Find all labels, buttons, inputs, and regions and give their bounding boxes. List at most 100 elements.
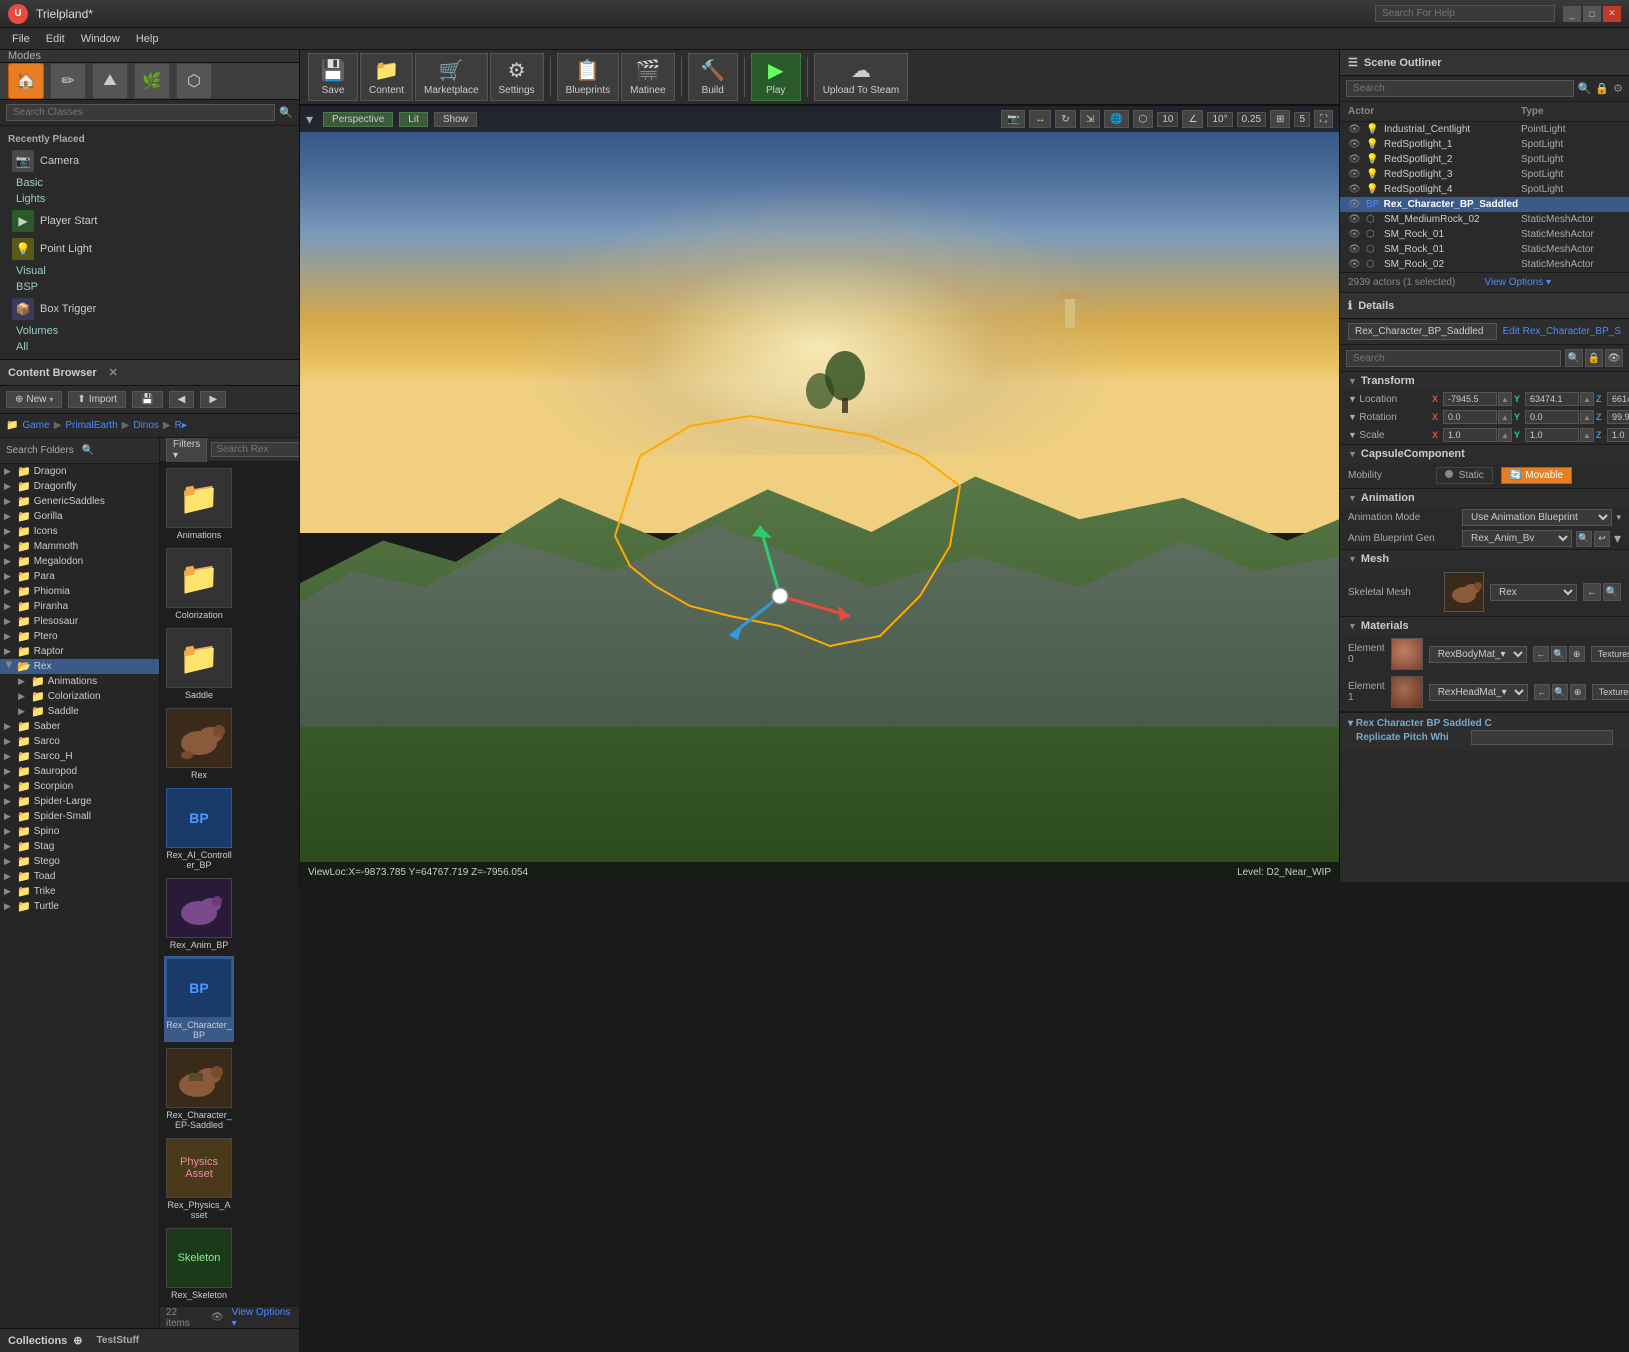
mat0-browse-btn[interactable]: ⊕ xyxy=(1569,646,1585,662)
folder-saber[interactable]: ▶ 📁 Saber xyxy=(0,719,159,734)
folder-sarco-h[interactable]: ▶ 📁 Sarco_H xyxy=(0,749,159,764)
folder-dragon[interactable]: ▶ 📁 Dragon xyxy=(0,464,159,479)
place-mode-icon[interactable]: 🏠 xyxy=(8,63,44,99)
paint-mode-icon[interactable]: ✏ xyxy=(50,63,86,99)
fullscreen-btn[interactable]: ⛶ xyxy=(1314,110,1333,128)
category-all[interactable]: All xyxy=(8,339,291,355)
folder-turtle[interactable]: ▶ 📁 Turtle xyxy=(0,899,159,914)
snap-angle-btn[interactable]: ∠ xyxy=(1182,110,1203,128)
play-button[interactable]: ▶ Play xyxy=(751,53,801,101)
element0-select[interactable]: RexBodyMat_▾ xyxy=(1429,646,1527,663)
movable-button[interactable]: 🔄 Movable xyxy=(1501,467,1572,484)
outliner-lock-icon[interactable]: 🔒 xyxy=(1595,82,1609,95)
folder-stego[interactable]: ▶ 📁 Stego xyxy=(0,854,159,869)
folder-trike[interactable]: ▶ 📁 Trike xyxy=(0,884,159,899)
anim-bp-select[interactable]: Rex_Anim_Bv xyxy=(1462,530,1572,547)
menu-help[interactable]: Help xyxy=(128,31,167,47)
category-basic[interactable]: Basic xyxy=(8,175,291,191)
menu-edit[interactable]: Edit xyxy=(38,31,73,47)
category-volumes[interactable]: Volumes xyxy=(8,323,291,339)
folder-megalodon[interactable]: ▶ 📁 Megalodon xyxy=(0,554,159,569)
static-button[interactable]: Static xyxy=(1436,467,1493,484)
element0-texture-select[interactable]: Textures ▾ xyxy=(1591,646,1629,662)
folder-gorilla[interactable]: ▶ 📁 Gorilla xyxy=(0,509,159,524)
path-primalearth[interactable]: PrimalEarth xyxy=(65,420,117,431)
view-options-button[interactable]: View Options ▾ xyxy=(1485,277,1622,288)
content-browser-close[interactable]: ✕ xyxy=(109,366,118,379)
outliner-row-spotlight3[interactable]: 👁 💡 RedSpotlight_3 SpotLight xyxy=(1340,167,1629,182)
outliner-row-industria[interactable]: 👁 💡 IndustriaI_Centlight PointLight xyxy=(1340,122,1629,137)
anim-mode-select[interactable]: Use Animation Blueprint xyxy=(1462,509,1612,526)
location-x-input[interactable] xyxy=(1443,392,1497,406)
menu-window[interactable]: Window xyxy=(73,31,128,47)
folder-spider-large[interactable]: ▶ 📁 Spider-Large xyxy=(0,794,159,809)
place-item-box-trigger[interactable]: 📦 Box Trigger xyxy=(8,295,291,323)
outliner-row-rex[interactable]: 👁 BP Rex_Character_BP_Saddled xyxy=(1340,197,1629,212)
skeletal-mesh-select[interactable]: Rex xyxy=(1490,584,1577,601)
category-lights[interactable]: Lights xyxy=(8,191,291,207)
asset-animations-folder[interactable]: 📁 Animations xyxy=(164,466,234,542)
matinee-button[interactable]: 🎬 Matinee xyxy=(621,53,675,101)
folder-rex-saddle[interactable]: ▶ 📁 Saddle xyxy=(0,704,159,719)
scale-x-up[interactable]: ▲ xyxy=(1498,428,1512,442)
asset-rex-physics[interactable]: PhysicsAsset Rex_Physics_Asset xyxy=(164,1136,234,1222)
camera-speed-btn[interactable]: 📷 xyxy=(1001,110,1025,128)
location-arrow[interactable]: ▼ xyxy=(1348,394,1359,404)
scale-y-up[interactable]: ▲ xyxy=(1580,428,1594,442)
import-button[interactable]: ⬆ Import xyxy=(68,391,126,408)
place-item-camera[interactable]: 📷 Camera xyxy=(8,147,291,175)
viewport-dropdown-icon[interactable]: ▾ xyxy=(306,111,313,128)
location-y-input[interactable] xyxy=(1525,392,1579,406)
place-item-player-start[interactable]: ▶ Player Start xyxy=(8,207,291,235)
search-folders-icon[interactable]: 🔍 xyxy=(82,445,154,456)
element1-texture-select[interactable]: Textures ▾ xyxy=(1592,684,1629,700)
anim-bp-browse-btn[interactable]: 🔍 xyxy=(1576,531,1592,547)
location-z-input[interactable] xyxy=(1607,392,1629,406)
search-classes-input[interactable] xyxy=(6,104,275,121)
folder-dragonfly[interactable]: ▶ 📁 Dragonfly xyxy=(0,479,159,494)
path-game[interactable]: Game xyxy=(22,420,49,431)
asset-rex-skeleton[interactable]: Skeleton Rex_Skeleton xyxy=(164,1226,234,1302)
mesh-header[interactable]: ▼ Mesh xyxy=(1340,550,1629,568)
folder-rex[interactable]: ▶ 📂 Rex xyxy=(0,659,159,674)
outliner-search-input[interactable] xyxy=(1346,80,1574,97)
category-bsp[interactable]: BSP xyxy=(8,279,291,295)
folder-rex-colorization[interactable]: ▶ 📁 Colorization xyxy=(0,689,159,704)
scale-x-input[interactable] xyxy=(1443,428,1497,442)
asset-colorization-folder[interactable]: 📁 Colorization xyxy=(164,546,234,622)
folder-spider-small[interactable]: ▶ 📁 Spider-Small xyxy=(0,809,159,824)
view-options-btn[interactable]: View Options ▾ xyxy=(232,1307,293,1329)
scale-z-input[interactable] xyxy=(1607,428,1629,442)
asset-rex[interactable]: Rex xyxy=(164,706,234,782)
details-search-input[interactable] xyxy=(1346,350,1561,367)
folder-ptero[interactable]: ▶ 📁 Ptero xyxy=(0,629,159,644)
asset-rex-ep-saddled[interactable]: Rex_Character_EP-Saddled xyxy=(164,1046,234,1132)
rotation-y-up[interactable]: ▲ xyxy=(1580,410,1594,424)
folder-mammoth[interactable]: ▶ 📁 Mammoth xyxy=(0,539,159,554)
rotation-z-input[interactable] xyxy=(1607,410,1629,424)
actor-name-input[interactable] xyxy=(1348,323,1497,340)
new-button[interactable]: ⊕ New ▾ xyxy=(6,391,62,408)
content-button[interactable]: 📁 Content xyxy=(360,53,413,101)
mat0-arrow-btn[interactable]: ← xyxy=(1533,646,1549,662)
rotation-x-up[interactable]: ▲ xyxy=(1498,410,1512,424)
place-item-point-light[interactable]: 💡 Point Light xyxy=(8,235,291,263)
details-eye-icon-btn[interactable]: 👁 xyxy=(1605,349,1623,367)
folder-para[interactable]: ▶ 📁 Para xyxy=(0,569,159,584)
outliner-row-sm-medrock[interactable]: 👁 ⬡ SM_MediumRock_02 StaticMeshActor xyxy=(1340,212,1629,227)
folder-plesosaur[interactable]: ▶ 📁 Plesosaur xyxy=(0,614,159,629)
asset-rex-ai-controller-bp[interactable]: Rex_AI_Controller_BP xyxy=(164,786,234,872)
landscape-mode-icon[interactable]: ⛰ xyxy=(92,63,128,99)
add-collection-button[interactable]: ⊕ xyxy=(73,1334,82,1347)
search-rex-input[interactable] xyxy=(211,442,299,457)
capsule-header[interactable]: ▼ CapsuleComponent xyxy=(1340,445,1629,463)
location-y-up[interactable]: ▲ xyxy=(1580,392,1594,406)
help-search-input[interactable] xyxy=(1375,5,1555,22)
path-r[interactable]: R▸ xyxy=(175,420,187,431)
details-search-icon-btn[interactable]: 🔍 xyxy=(1565,349,1583,367)
save-all-button[interactable]: 💾 xyxy=(132,391,162,408)
asset-rex-character-bp[interactable]: Rex_Character_BP xyxy=(164,956,234,1042)
folder-phiomia[interactable]: ▶ 📁 Phiomia xyxy=(0,584,159,599)
close-button[interactable]: ✕ xyxy=(1603,6,1621,22)
rotation-y-input[interactable] xyxy=(1525,410,1579,424)
